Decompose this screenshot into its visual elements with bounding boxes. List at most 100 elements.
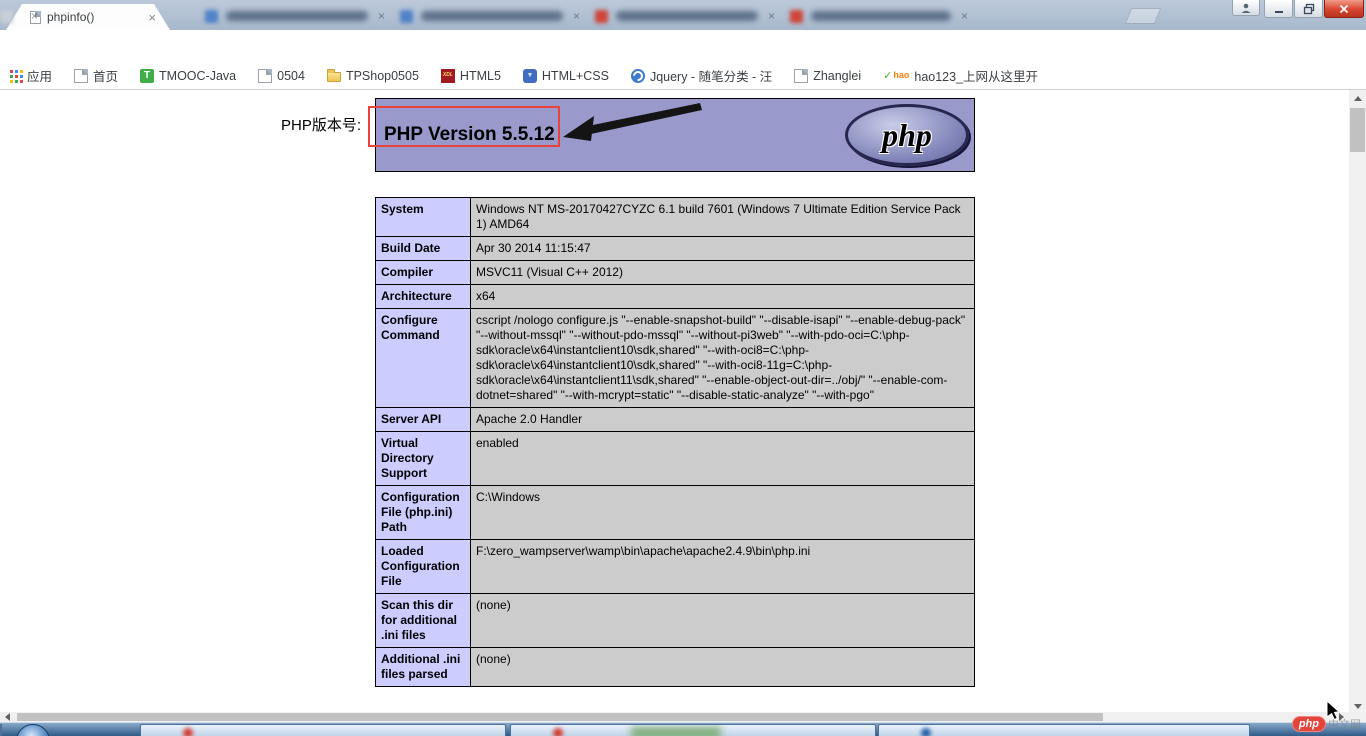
- row-label: Configure Command: [376, 309, 471, 408]
- bookmark-item[interactable]: hao hao123_上网从这里开: [883, 66, 1038, 85]
- restore-icon: [1303, 3, 1315, 15]
- page-content: PHP版本号: PHP Version 5.5.12 php System Wi…: [0, 90, 1349, 712]
- bookmark-label: 应用: [27, 66, 52, 85]
- bookmark-favicon-icon: [258, 69, 272, 83]
- row-value: MSVC11 (Visual C++ 2012): [471, 261, 975, 285]
- bookmark-label: HTML5: [460, 69, 501, 83]
- taskbar-item-icon: [553, 728, 563, 736]
- table-row: Compiler MSVC11 (Visual C++ 2012): [376, 261, 975, 285]
- vertical-scroll-thumb[interactable]: [1350, 108, 1365, 152]
- tab-favicon-icon: [595, 10, 608, 23]
- bookmark-item[interactable]: TPShop0505: [327, 69, 419, 83]
- row-label: System: [376, 198, 471, 237]
- minimize-icon: [1273, 3, 1285, 15]
- bookmark-item[interactable]: Zhanglei: [794, 69, 861, 83]
- tab-blurred[interactable]: ×: [790, 7, 968, 25]
- horizontal-scrollbar[interactable]: [0, 712, 1349, 722]
- tab-blurred[interactable]: ×: [595, 7, 775, 25]
- row-label: Loaded Configuration File: [376, 540, 471, 594]
- table-row: Architecture x64: [376, 285, 975, 309]
- scroll-up-icon[interactable]: [1354, 96, 1362, 101]
- row-value: enabled: [471, 432, 975, 486]
- tab-close-icon[interactable]: ×: [378, 9, 385, 23]
- horizontal-scroll-thumb[interactable]: [17, 713, 1103, 721]
- browser-toolbar: localhost/phpinfo.php: [0, 30, 1366, 62]
- table-row: Scan this dir for additional .ini files …: [376, 594, 975, 648]
- tab-close-icon[interactable]: ×: [768, 9, 775, 23]
- row-label: Build Date: [376, 237, 471, 261]
- bookmark-item[interactable]: Jquery - 随笔分类 - 汪: [631, 66, 772, 85]
- profile-button[interactable]: [1232, 0, 1260, 16]
- row-label: Server API: [376, 408, 471, 432]
- phpinfo-table-body: System Windows NT MS-20170427CYZC 6.1 bu…: [376, 198, 975, 687]
- bookmark-label: hao123_上网从这里开: [914, 66, 1038, 85]
- taskbar-item[interactable]: [140, 724, 506, 736]
- bookmark-label: Zhanglei: [813, 69, 861, 83]
- window-close-button[interactable]: [1324, 0, 1364, 18]
- tab-close-icon[interactable]: ×: [573, 9, 580, 23]
- bookmark-favicon-icon: XDL: [441, 69, 455, 83]
- bookmark-item[interactable]: T TMOOC-Java: [140, 69, 236, 83]
- bookmark-favicon-icon: [631, 69, 645, 83]
- tab-blurred[interactable]: ×: [400, 7, 580, 25]
- version-annotation-label: PHP版本号:: [281, 114, 361, 135]
- tab-blurred[interactable]: ×: [0, 7, 38, 25]
- bookmark-favicon-icon: [8, 69, 22, 83]
- row-label: Additional .ini files parsed: [376, 648, 471, 687]
- taskbar-item-icon: [921, 728, 931, 736]
- table-row: Loaded Configuration File F:\zero_wampse…: [376, 540, 975, 594]
- row-label: Architecture: [376, 285, 471, 309]
- tab-strip: phpinfo() × × × ×: [0, 0, 1366, 30]
- row-label: Scan this dir for additional .ini files: [376, 594, 471, 648]
- bookmark-label: HTML+CSS: [542, 69, 609, 83]
- new-tab-button[interactable]: [1125, 8, 1161, 24]
- tab-favicon-icon: [205, 10, 218, 23]
- bookmark-label: 0504: [277, 69, 305, 83]
- bookmark-item[interactable]: 首页: [74, 66, 118, 85]
- watermark-php-badge: php: [1292, 716, 1326, 732]
- tab-close-icon[interactable]: ×: [961, 9, 968, 23]
- person-icon: [1240, 2, 1252, 14]
- scroll-left-icon[interactable]: [5, 713, 10, 721]
- bookmark-label: TPShop0505: [346, 69, 419, 83]
- maximize-button[interactable]: [1294, 0, 1323, 18]
- row-value: (none): [471, 594, 975, 648]
- table-row: Virtual Directory Support enabled: [376, 432, 975, 486]
- table-row: Configuration File (php.ini) Path C:\Win…: [376, 486, 975, 540]
- bookmark-item[interactable]: 0504: [258, 69, 305, 83]
- bookmark-item[interactable]: ▼ HTML+CSS: [523, 69, 609, 83]
- tab-close-icon[interactable]: ×: [148, 10, 156, 25]
- tab-blurred[interactable]: ×: [205, 7, 385, 25]
- taskbar-item[interactable]: [510, 724, 876, 736]
- bookmarks-bar: 应用 首页 T TMOOC-Java 0504 TPShop0505 XDL H…: [0, 62, 1366, 90]
- tab-close-icon[interactable]: ×: [31, 9, 38, 23]
- row-value: Apache 2.0 Handler: [471, 408, 975, 432]
- row-value: x64: [471, 285, 975, 309]
- row-value: C:\Windows: [471, 486, 975, 540]
- tab-favicon-icon: [0, 10, 13, 23]
- bookmark-item[interactable]: 应用: [8, 66, 52, 85]
- row-label: Configuration File (php.ini) Path: [376, 486, 471, 540]
- table-row: Additional .ini files parsed (none): [376, 648, 975, 687]
- row-label: Compiler: [376, 261, 471, 285]
- row-label: Virtual Directory Support: [376, 432, 471, 486]
- vertical-scrollbar[interactable]: [1349, 90, 1366, 712]
- tab-favicon-icon: [790, 10, 803, 23]
- blurred-tab-title: [421, 11, 563, 21]
- minimize-button[interactable]: [1264, 0, 1293, 18]
- row-value: (none): [471, 648, 975, 687]
- red-annotation-box: [368, 106, 560, 147]
- table-row: System Windows NT MS-20170427CYZC 6.1 bu…: [376, 198, 975, 237]
- bookmark-item[interactable]: XDL HTML5: [441, 69, 501, 83]
- scroll-down-icon[interactable]: [1354, 704, 1362, 709]
- blurred-tab-title: [811, 11, 951, 21]
- taskbar-item[interactable]: [0, 724, 2, 736]
- close-icon: [1338, 3, 1350, 15]
- row-value: Apr 30 2014 11:15:47: [471, 237, 975, 261]
- taskbar-item-icon: [183, 728, 193, 736]
- phpinfo-table: System Windows NT MS-20170427CYZC 6.1 bu…: [375, 197, 975, 687]
- blurred-tab-title: [226, 11, 368, 21]
- row-value: Windows NT MS-20170427CYZC 6.1 build 760…: [471, 198, 975, 237]
- bookmark-favicon-icon: hao: [883, 69, 909, 83]
- taskbar-item[interactable]: [878, 724, 1250, 736]
